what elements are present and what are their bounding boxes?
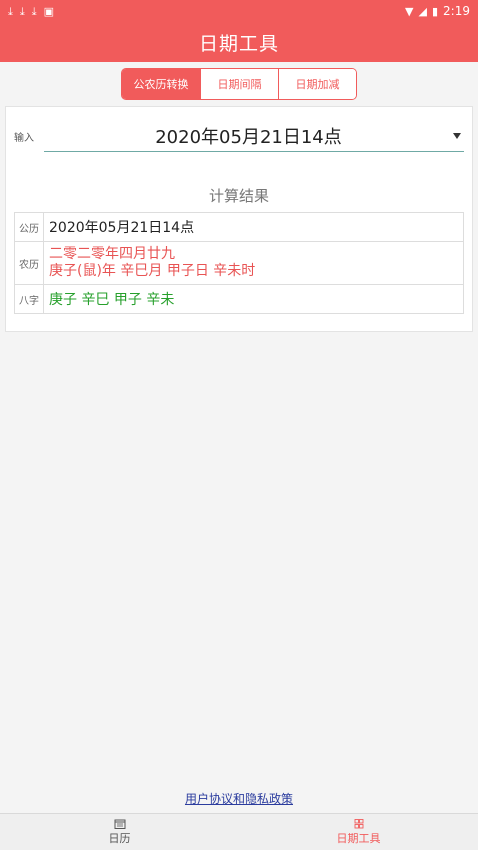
tab-date-interval[interactable]: 日期间隔 — [200, 69, 278, 99]
nav-item-date-tools[interactable]: 日期工具 — [239, 814, 478, 850]
download-icon: ⤓ — [8, 4, 13, 18]
notification-icons: ⤓ ⤓ ⤓ ▣ — [8, 6, 54, 17]
privacy-policy-link[interactable]: 用户协议和隐私政策 — [0, 790, 478, 807]
input-label: 输入 — [14, 133, 34, 144]
date-select[interactable]: 2020年05月21日14点 — [44, 121, 464, 152]
lunar-value: 二零二零年四月廿九 庚子(鼠)年 辛巳月 甲子日 辛未时 — [43, 241, 464, 285]
clock: 2:19 — [443, 4, 470, 18]
input-row: 输入 2020年05月21日14点 — [14, 121, 464, 152]
table-row: 八字 庚子 辛巳 甲子 辛未 — [14, 284, 464, 314]
calendar-icon — [114, 819, 125, 829]
bazi-value: 庚子 辛巳 甲子 辛未 — [43, 284, 464, 314]
table-row: 农历 二零二零年四月廿九 庚子(鼠)年 辛巳月 甲子日 辛未时 — [14, 241, 464, 285]
bazi-text: 庚子 辛巳 甲子 辛未 — [49, 292, 175, 308]
row-label-solar: 公历 — [14, 212, 44, 242]
segmented-control: 公农历转换 日期间隔 日期加减 — [121, 68, 357, 100]
a-icon: ▣ — [43, 4, 55, 18]
system-icons: ▼ ◢ ▮ 2:19 — [405, 4, 470, 18]
signal-icon: ◢ — [418, 4, 427, 18]
nav-item-calendar[interactable]: 日历 — [0, 814, 239, 850]
tab-bar: 公农历转换 日期间隔 日期加减 — [0, 68, 478, 100]
nav-label-date-tools: 日期工具 — [336, 831, 381, 845]
download-icon: ⤓ — [19, 4, 25, 18]
table-row: 公历 2020年05月21日14点 — [14, 212, 464, 242]
results-table: 公历 2020年05月21日14点 农历 二零二零年四月廿九 庚子(鼠)年 辛巳… — [14, 212, 464, 314]
conversion-card: 输入 2020年05月21日14点 计算结果 公历 2020年05月21日14点… — [5, 106, 473, 332]
ganzhi-date: 庚子(鼠)年 辛巳月 甲子日 辛未时 — [49, 263, 256, 279]
wifi-icon: ▼ — [405, 4, 414, 18]
solar-date: 2020年05月21日14点 — [49, 220, 195, 236]
row-label-lunar: 农历 — [14, 241, 44, 285]
battery-icon: ▮ — [431, 4, 439, 18]
bottom-nav: 日历 日期工具 — [0, 813, 478, 850]
grid-icon — [354, 818, 363, 828]
page-title: 日期工具 — [198, 32, 279, 55]
nav-label-calendar: 日历 — [108, 831, 131, 845]
result-title: 计算结果 — [208, 187, 269, 205]
download-icon: ⤓ — [31, 4, 37, 18]
status-bar: ⤓ ⤓ ⤓ ▣ ▼ ◢ ▮ 2:19 — [0, 0, 478, 22]
tab-lunar-conversion[interactable]: 公农历转换 — [122, 69, 200, 99]
lunar-date: 二零二零年四月廿九 — [49, 246, 175, 262]
row-label-bazi: 八字 — [14, 284, 44, 314]
dropdown-arrow-icon — [453, 133, 461, 139]
tab-date-add-subtract[interactable]: 日期加减 — [278, 69, 356, 99]
solar-value: 2020年05月21日14点 — [43, 212, 464, 242]
date-value: 2020年05月21日14点 — [155, 127, 342, 148]
app-bar: 日期工具 — [0, 22, 478, 62]
